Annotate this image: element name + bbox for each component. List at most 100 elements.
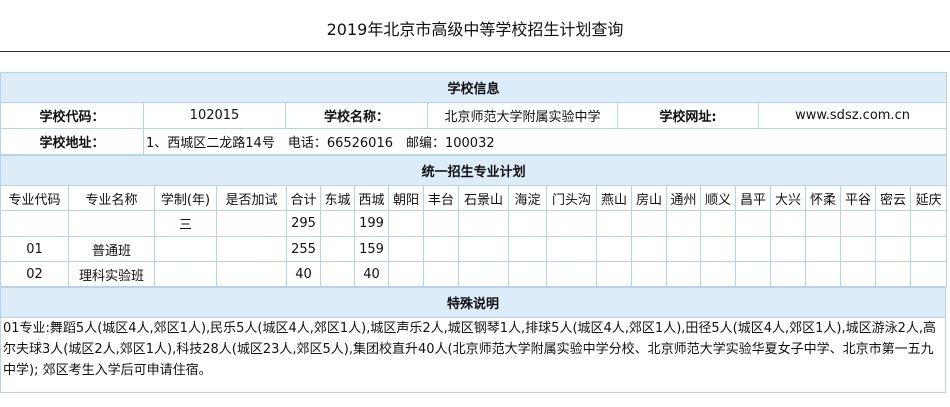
table-cell <box>666 210 701 237</box>
table-cell: 理科实验班 <box>68 261 155 287</box>
table-row: 三 295 199 <box>0 210 948 237</box>
plan-column-header: 燕山 <box>596 185 632 211</box>
plan-column-header: 石景山 <box>458 185 509 211</box>
table-cell <box>423 236 459 262</box>
table-cell: 01 <box>0 236 69 262</box>
school-url-link[interactable]: www.sdsz.com.cn <box>757 102 948 129</box>
plan-column-header: 海淀 <box>508 185 547 211</box>
plan-column-header: 朝阳 <box>388 185 424 211</box>
table-cell <box>320 210 355 237</box>
table-cell <box>805 236 841 262</box>
table-cell <box>320 261 355 287</box>
table-cell <box>596 261 632 287</box>
table-cell: 159 <box>354 236 389 262</box>
plan-column-header: 通州 <box>666 185 701 211</box>
table-cell: 三 <box>154 210 217 237</box>
plan-column-header: 东城 <box>320 185 355 211</box>
plan-column-header: 专业代码 <box>0 185 69 211</box>
plan-column-header: 房山 <box>631 185 667 211</box>
table-cell <box>875 210 911 237</box>
table-cell <box>423 210 459 237</box>
table-cell <box>805 261 841 287</box>
plan-column-header: 怀柔 <box>805 185 841 211</box>
table-cell <box>631 261 667 287</box>
table-cell <box>700 236 736 262</box>
table-cell <box>735 236 771 262</box>
table-cell <box>735 261 771 287</box>
table-cell <box>0 210 69 237</box>
table-cell <box>909 210 948 237</box>
school-code-value: 102015 <box>143 102 286 129</box>
table-cell: 40 <box>286 261 321 287</box>
table-cell <box>546 236 597 262</box>
table-cell <box>508 210 547 237</box>
school-code-label: 学校代码： <box>0 102 144 129</box>
table-cell: 199 <box>354 210 389 237</box>
plan-column-header: 平谷 <box>840 185 876 211</box>
table-cell <box>909 261 948 287</box>
plan-column-header: 西城 <box>354 185 389 211</box>
table-cell: 295 <box>286 210 321 237</box>
table-cell <box>840 261 876 287</box>
school-name-value: 北京师范大学附属实验中学 <box>427 102 618 129</box>
table-cell <box>805 210 841 237</box>
table-cell <box>770 261 806 287</box>
table-cell: 普通班 <box>68 236 155 262</box>
table-cell <box>596 236 632 262</box>
table-cell <box>423 261 459 287</box>
table-cell <box>875 261 911 287</box>
plan-column-header: 大兴 <box>770 185 806 211</box>
notes-text: 01专业:舞蹈5人(城区4人,郊区1人),民乐5人(城区4人,郊区1人),城区声… <box>0 317 946 393</box>
table-cell <box>508 236 547 262</box>
table-cell <box>458 210 509 237</box>
table-cell <box>508 261 547 287</box>
table-cell <box>216 236 287 262</box>
table-cell <box>840 236 876 262</box>
table-cell <box>388 261 424 287</box>
table-cell <box>68 210 155 237</box>
table-cell <box>388 236 424 262</box>
plan-column-header: 合计 <box>286 185 321 211</box>
table-cell: 255 <box>286 236 321 262</box>
plan-column-header: 丰台 <box>423 185 459 211</box>
plan-column-header: 顺义 <box>700 185 736 211</box>
table-cell <box>631 210 667 237</box>
notes-heading: 特殊说明 <box>0 287 946 318</box>
plan-column-header: 延庆 <box>909 185 948 211</box>
special-notes-table: 特殊说明 01专业:舞蹈5人(城区4人,郊区1人),民乐5人(城区4人,郊区1人… <box>0 287 946 393</box>
table-cell <box>735 210 771 237</box>
table-cell: 40 <box>354 261 389 287</box>
table-cell <box>875 236 911 262</box>
plan-column-header: 昌平 <box>735 185 771 211</box>
table-cell <box>546 210 597 237</box>
plan-column-header: 是否加试 <box>216 185 287 211</box>
table-cell <box>216 261 287 287</box>
plan-column-header: 学制(年) <box>154 185 217 211</box>
plan-column-header: 密云 <box>875 185 911 211</box>
page-title: 2019年北京市高级中等学校招生计划查询 <box>0 0 950 52</box>
plan-column-header: 专业名称 <box>68 185 155 211</box>
school-info-table: 学校信息 学校代码： 102015 学校名称： 北京师范大学附属实验中学 学校网… <box>0 72 948 155</box>
table-cell <box>840 210 876 237</box>
table-cell <box>154 236 217 262</box>
school-address-value: 1、西城区二龙路14号 电话：66526016 邮编：100032 <box>142 128 948 155</box>
table-cell <box>770 210 806 237</box>
table-cell <box>596 210 632 237</box>
school-address-label: 学校地址： <box>0 128 144 155</box>
table-cell <box>320 236 355 262</box>
plan-column-header: 门头沟 <box>546 185 597 211</box>
table-cell <box>700 210 736 237</box>
table-cell <box>458 261 509 287</box>
table-row: 02 理科实验班 40 40 <box>0 261 948 287</box>
table-cell <box>700 261 736 287</box>
table-cell <box>666 236 701 262</box>
table-cell <box>154 261 217 287</box>
table-cell <box>631 236 667 262</box>
table-cell <box>909 236 948 262</box>
school-info-heading: 学校信息 <box>0 72 948 103</box>
school-url-label: 学校网址: <box>617 102 759 129</box>
table-cell <box>666 261 701 287</box>
plan-heading: 统一招生专业计划 <box>0 155 948 186</box>
table-cell <box>546 261 597 287</box>
table-cell <box>388 210 424 237</box>
